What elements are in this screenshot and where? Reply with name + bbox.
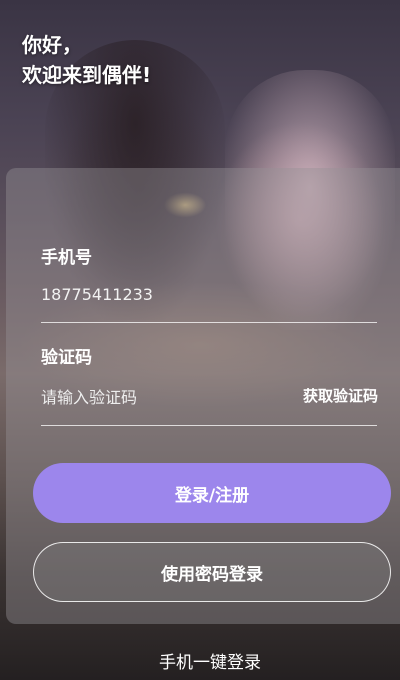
one-key-login-link[interactable]: 手机一键登录 [0,648,400,673]
phone-divider [41,322,377,323]
greeting-line-2: 欢迎来到偶伴! [22,63,152,87]
login-register-button[interactable]: 登录/注册 [33,463,391,523]
welcome-greeting: 你好， 欢迎来到偶伴! [22,30,151,90]
verification-code-label: 验证码 [41,348,92,368]
phone-number-field[interactable]: 18775411233 [41,285,153,304]
get-verification-code-button[interactable]: 获取验证码 [303,385,378,406]
greeting-line-1: 你好， [22,33,82,57]
verification-code-input[interactable] [41,385,271,409]
phone-label: 手机号 [41,248,92,268]
login-screen: 你好， 欢迎来到偶伴! 手机号 18775411233 验证码 获取验证码 登录… [0,0,400,680]
password-login-button[interactable]: 使用密码登录 [33,542,391,602]
code-divider [41,425,377,426]
